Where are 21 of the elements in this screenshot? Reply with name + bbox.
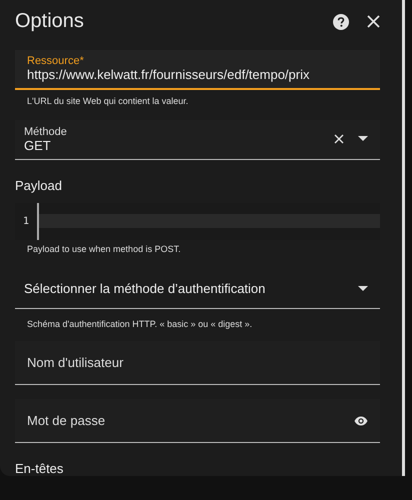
helper-text: Schéma d'authentification HTTP. « basic » ou « digest ». (26, 318, 254, 330)
line-number: 1 (22, 216, 30, 227)
resource-field[interactable]: Ressource* https://www.kelwatt.fr/fournisseurs/edf/tempo/prix (15, 50, 380, 90)
dialog-title: Options (15, 10, 85, 34)
field-placeholder: Mot de passe (27, 413, 106, 428)
dropdown-caret-icon[interactable] (358, 286, 368, 292)
section-title: En-têtes (15, 460, 64, 476)
help-icon[interactable] (333, 14, 349, 30)
field-label: Méthode (24, 126, 68, 138)
section-title: Payload (15, 178, 63, 193)
dropdown-caret-icon[interactable] (358, 136, 368, 142)
select-placeholder: Sélectionner la méthode d’authentification (24, 281, 266, 296)
field-placeholder: Nom d'utilisateur (27, 355, 124, 370)
helper-text: L'URL du site Web qui contient la valeur. (26, 94, 190, 106)
field-value: GET (24, 138, 52, 153)
field-label: Ressource* (27, 55, 85, 68)
eye-icon[interactable] (354, 416, 368, 426)
close-icon[interactable] (367, 15, 380, 28)
helper-text: Payload to use when method is POST. (26, 243, 182, 254)
clear-icon[interactable] (334, 134, 344, 144)
field-value: https://www.kelwatt.fr/fournisseurs/edf/tempo/prix (27, 67, 310, 82)
